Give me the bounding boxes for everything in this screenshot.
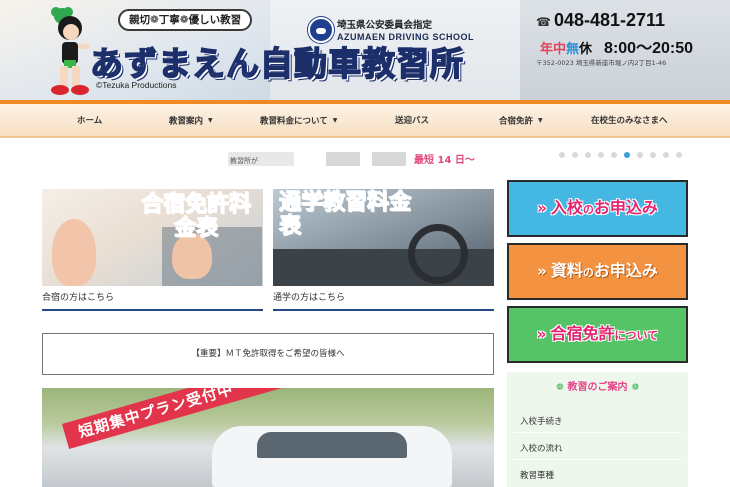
hero-slider[interactable]: 教習所が 最短 14 日〜 (228, 149, 500, 166)
slide-caption: 最短 14 日〜 (414, 155, 475, 166)
nav-label: 教習案内 (169, 116, 204, 127)
caret-down-icon: ▼ (538, 117, 543, 124)
button-small: について (614, 329, 659, 342)
nav-label: 合宿免許 (499, 116, 534, 127)
guide-heading: ❁ 教習のご案内 ❁ (507, 378, 688, 393)
nav-item-camp[interactable]: 合宿免許 ▼ (499, 104, 543, 138)
astro-boy-mascot-icon (51, 7, 90, 95)
nav-item-fees[interactable]: 教習料金について ▼ (260, 104, 337, 138)
button-main: 合宿免許 (550, 324, 615, 343)
nav-label: 在校生のみなさまへ (591, 116, 668, 126)
phone-icon: ☎ (536, 15, 551, 29)
slide-thumb (326, 152, 360, 166)
slider-dot[interactable] (637, 152, 643, 158)
designation-text: 埼玉県公安委員会指定 (337, 20, 433, 31)
tagline-badge: 親切❁丁寧❁優しい教習 (118, 9, 253, 31)
site-header: ©Tezuka Productions 親切❁丁寧❁優しい教習 埼玉県公安委員会… (0, 0, 730, 104)
nav-item-shuttle-bus[interactable]: 送迎バス (395, 104, 429, 138)
slider-dot[interactable] (650, 152, 656, 158)
button-small: の (582, 266, 594, 279)
button-tail: お申込み (593, 261, 658, 280)
car-window-photo (257, 432, 407, 458)
button-main: 入校 (550, 198, 583, 217)
main-nav: ホーム 教習案内 ▼ 教習料金について ▼ 送迎バス 合宿免許 ▼ 在校生のみなさまへ (0, 104, 730, 138)
leaf-icon: ❁ (631, 383, 640, 393)
nav-label: 送迎バス (395, 116, 430, 126)
banner-title: 通学教習料金表 (279, 190, 412, 239)
business-hours: 年中無休 8:00〜20:50 (540, 34, 693, 58)
site-logo[interactable]: あずまえん自動車教習所 (89, 37, 464, 85)
slide-label: 教習所が (230, 157, 258, 165)
closed-char: 無 (566, 42, 580, 57)
apply-enrollment-button[interactable]: » 入校のお申込み (507, 180, 688, 237)
button-small: の (582, 203, 594, 216)
slider-dots (559, 152, 689, 160)
slider-dot[interactable] (624, 152, 630, 158)
guide-menu: ❁ 教習のご案内 ❁ 入校手続き 入校の流れ 教習車種 (507, 372, 688, 487)
address-text: 〒352-0023 埼玉県新座市堀ノ内2丁目1-46 (536, 59, 667, 67)
request-documents-button[interactable]: » 資料のお申込み (507, 243, 688, 300)
double-chevron-icon: » (537, 262, 547, 280)
nav-label: 教習料金について (260, 116, 328, 127)
slider-dot[interactable] (585, 152, 591, 158)
caret-down-icon: ▼ (208, 117, 213, 124)
caret-down-icon: ▼ (332, 117, 338, 124)
commute-caption-link[interactable]: 通学の方はこちら (273, 290, 494, 311)
nav-item-guide[interactable]: 教習案内 ▼ (169, 104, 213, 138)
nav-label: ホーム (77, 116, 103, 126)
slider-dot[interactable] (676, 152, 682, 158)
camp-fee-banner[interactable]: 合宿免許料金表 (42, 189, 263, 286)
mt-license-notice-link[interactable]: 【重要】ＭＴ免許取得をご希望の皆様へ (42, 333, 494, 375)
hours-value: 8:00〜20:50 (604, 40, 693, 57)
slider-dot[interactable] (611, 152, 617, 158)
intensive-plan-promo[interactable]: 短期集中プラン受付中 (42, 388, 494, 487)
banner-title: 合宿免許料金表 (140, 192, 251, 241)
button-tail: お申込み (593, 198, 658, 217)
button-main: 資料 (550, 261, 583, 280)
slider-dot[interactable] (598, 152, 604, 158)
nav-item-home[interactable]: ホーム (77, 104, 102, 138)
phone-number[interactable]: 048-481-2711 (554, 10, 665, 30)
camp-caption-link[interactable]: 合宿の方はこちら (42, 290, 263, 311)
closed-tail: 休 (579, 42, 593, 57)
camp-license-button[interactable]: » 合宿免許について (507, 306, 688, 363)
nav-item-students[interactable]: 在校生のみなさまへ (591, 104, 668, 138)
phone-contact[interactable]: ☎ 048-481-2711 (536, 10, 665, 31)
commute-fee-banner[interactable]: 通学教習料金表 (273, 189, 494, 286)
slider-dot[interactable] (572, 152, 578, 158)
guide-item-vehicle-types[interactable]: 教習車種 (520, 469, 554, 481)
divider (513, 459, 682, 460)
slide-thumb (372, 152, 406, 166)
divider (513, 432, 682, 433)
leaf-icon: ❁ (555, 383, 564, 393)
guide-item-enrollment-procedure[interactable]: 入校手続き (520, 415, 563, 427)
double-chevron-icon: » (537, 199, 547, 217)
guide-item-enrollment-flow[interactable]: 入校の流れ (520, 442, 563, 454)
slider-dot[interactable] (559, 152, 565, 158)
woman-photo (52, 219, 96, 286)
double-chevron-icon: » (536, 325, 547, 343)
guide-title: 教習のご案内 (567, 382, 628, 393)
slider-dot[interactable] (663, 152, 669, 158)
closed-label: 年中 (540, 42, 567, 57)
